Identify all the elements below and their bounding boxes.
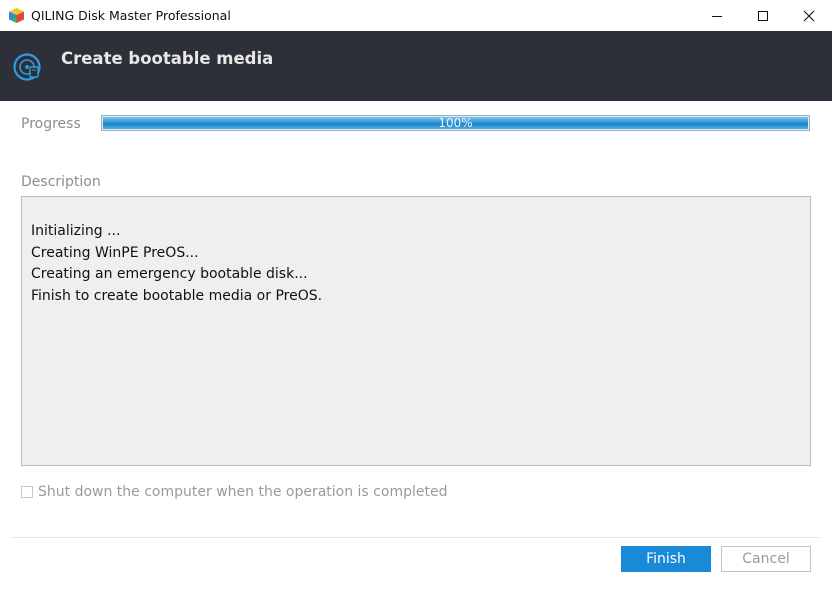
cancel-button[interactable]: Cancel bbox=[721, 546, 811, 572]
page-title: Create bootable media bbox=[61, 49, 274, 68]
log-line: Finish to create bootable media or PreOS… bbox=[31, 287, 323, 304]
close-button[interactable] bbox=[786, 0, 832, 31]
cube-app-icon bbox=[9, 8, 24, 23]
close-icon bbox=[803, 10, 815, 21]
maximize-button[interactable] bbox=[740, 0, 786, 31]
progress-bar: 100% bbox=[101, 115, 810, 131]
dialog-header: Create bootable media bbox=[0, 31, 832, 101]
shutdown-checkbox-label: Shut down the computer when the operatio… bbox=[38, 484, 448, 500]
window-title: QILING Disk Master Professional bbox=[31, 8, 231, 23]
minimize-button[interactable] bbox=[694, 0, 740, 31]
log-line: Creating an emergency bootable disk... bbox=[31, 266, 308, 282]
title-bar: QILING Disk Master Professional bbox=[0, 0, 832, 31]
progress-percent-text: 100% bbox=[438, 116, 473, 130]
bootable-media-icon bbox=[13, 53, 41, 81]
log-line: Initializing ... bbox=[31, 223, 121, 239]
progress-label: Progress bbox=[21, 116, 81, 132]
description-log: Initializing ... Creating WinPE PreOS...… bbox=[21, 196, 811, 466]
minimize-icon bbox=[712, 15, 722, 17]
maximize-icon bbox=[758, 10, 768, 21]
shutdown-option[interactable]: Shut down the computer when the operatio… bbox=[21, 484, 447, 500]
log-line: Creating WinPE PreOS... bbox=[31, 244, 199, 261]
finish-button[interactable]: Finish bbox=[621, 546, 711, 572]
description-label: Description bbox=[21, 174, 101, 190]
shutdown-checkbox[interactable] bbox=[21, 486, 33, 498]
footer-divider bbox=[10, 537, 820, 538]
